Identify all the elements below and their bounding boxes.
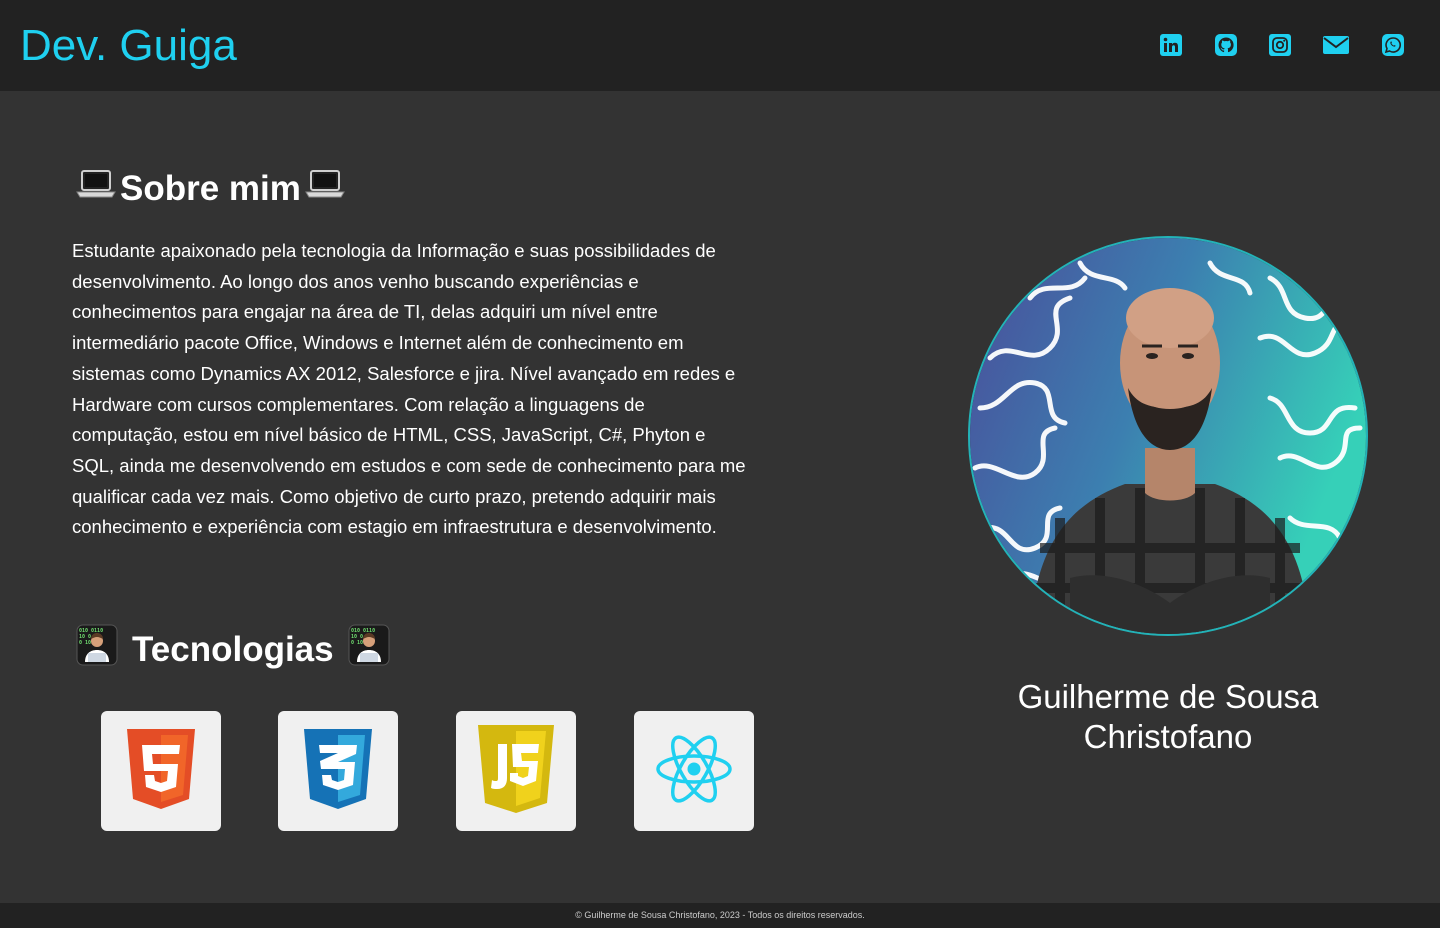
linkedin-link[interactable] bbox=[1158, 32, 1184, 58]
about-title: Sobre mim bbox=[76, 168, 345, 210]
tech-card-react[interactable] bbox=[634, 711, 754, 831]
css3-icon bbox=[302, 728, 374, 815]
react-icon bbox=[655, 734, 733, 809]
whatsapp-link[interactable] bbox=[1380, 32, 1406, 58]
linkedin-icon bbox=[1159, 33, 1183, 57]
site-header: Dev. Guiga bbox=[0, 0, 1440, 91]
profile-photo bbox=[968, 236, 1368, 636]
tech-card-css[interactable] bbox=[278, 711, 398, 831]
tech-card-javascript[interactable] bbox=[456, 711, 576, 831]
technologist-icon: 010 0110 10 0 01 0 101 bbox=[348, 624, 390, 676]
technologist-icon: 010 0110 10 0 01 0 101 bbox=[76, 624, 118, 676]
laptop-icon bbox=[305, 168, 345, 210]
instagram-link[interactable] bbox=[1267, 32, 1293, 58]
tech-title-text: Tecnologias bbox=[132, 630, 334, 669]
email-link[interactable] bbox=[1322, 32, 1350, 58]
laptop-icon bbox=[76, 168, 116, 210]
github-link[interactable] bbox=[1213, 32, 1239, 58]
site-footer: © Guilherme de Sousa Christofano, 2023 -… bbox=[0, 903, 1440, 928]
whatsapp-icon bbox=[1381, 33, 1405, 57]
github-icon bbox=[1214, 33, 1238, 57]
tech-card-html[interactable] bbox=[101, 711, 221, 831]
instagram-icon bbox=[1268, 33, 1292, 57]
javascript-icon bbox=[476, 724, 556, 819]
email-icon bbox=[1322, 34, 1350, 56]
site-logo[interactable]: Dev. Guiga bbox=[20, 20, 237, 72]
about-title-text: Sobre mim bbox=[120, 169, 301, 208]
about-text: Estudante apaixonado pela tecnologia da … bbox=[72, 240, 746, 538]
profile-name: Guilherme de Sousa Christofano bbox=[1017, 678, 1319, 755]
tech-title: 010 0110 10 0 01 0 101 Tecnologias 010 011… bbox=[76, 624, 390, 676]
html5-icon bbox=[125, 728, 197, 815]
